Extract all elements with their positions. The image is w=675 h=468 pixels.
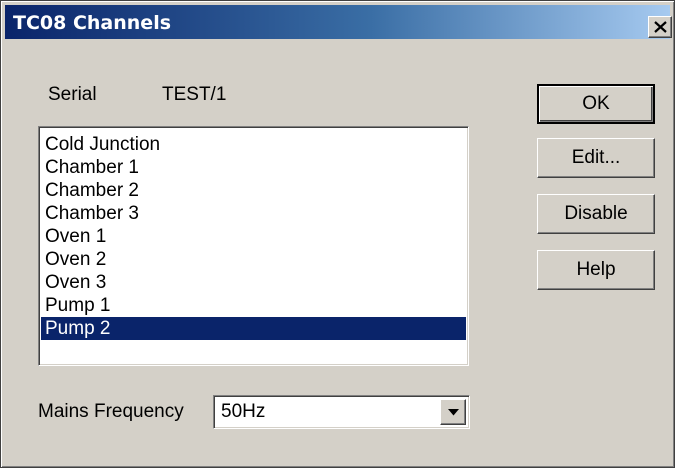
mains-frequency-select[interactable]: 50Hz bbox=[213, 395, 470, 429]
list-item-channel-selected[interactable]: Pump 2 bbox=[41, 317, 466, 340]
serial-value: TEST/1 bbox=[162, 84, 227, 105]
list-item-channel[interactable]: Cold Junction bbox=[41, 133, 466, 156]
window-title: TC08 Channels bbox=[13, 12, 172, 34]
title-bar[interactable]: TC08 Channels bbox=[5, 5, 672, 39]
mains-frequency-value: 50Hz bbox=[221, 401, 266, 422]
list-item-channel[interactable]: Oven 2 bbox=[41, 248, 466, 271]
edit-button[interactable]: Edit... bbox=[537, 138, 655, 178]
list-item-channel[interactable]: Chamber 2 bbox=[41, 179, 466, 202]
list-item-channel[interactable]: Pump 1 bbox=[41, 294, 466, 317]
tc08-channels-dialog: TC08 Channels Serial TEST/1 Cold Junctio… bbox=[0, 0, 675, 468]
mains-frequency-label: Mains Frequency bbox=[38, 401, 184, 422]
ok-button[interactable]: OK bbox=[537, 84, 655, 124]
list-item-channel[interactable]: Chamber 1 bbox=[41, 156, 466, 179]
close-x-icon bbox=[654, 21, 667, 33]
list-item-channel[interactable]: Oven 3 bbox=[41, 271, 466, 294]
channel-list[interactable]: Cold Junction Chamber 1 Chamber 2 Chambe… bbox=[38, 126, 469, 366]
help-button[interactable]: Help bbox=[537, 250, 655, 290]
serial-label: Serial bbox=[48, 84, 97, 105]
close-button[interactable] bbox=[648, 16, 672, 38]
dropdown-button[interactable] bbox=[440, 399, 466, 425]
disable-button[interactable]: Disable bbox=[537, 194, 655, 234]
list-item-channel[interactable]: Oven 1 bbox=[41, 225, 466, 248]
dropdown-arrow-icon bbox=[448, 409, 459, 416]
list-item-channel[interactable]: Chamber 3 bbox=[41, 202, 466, 225]
